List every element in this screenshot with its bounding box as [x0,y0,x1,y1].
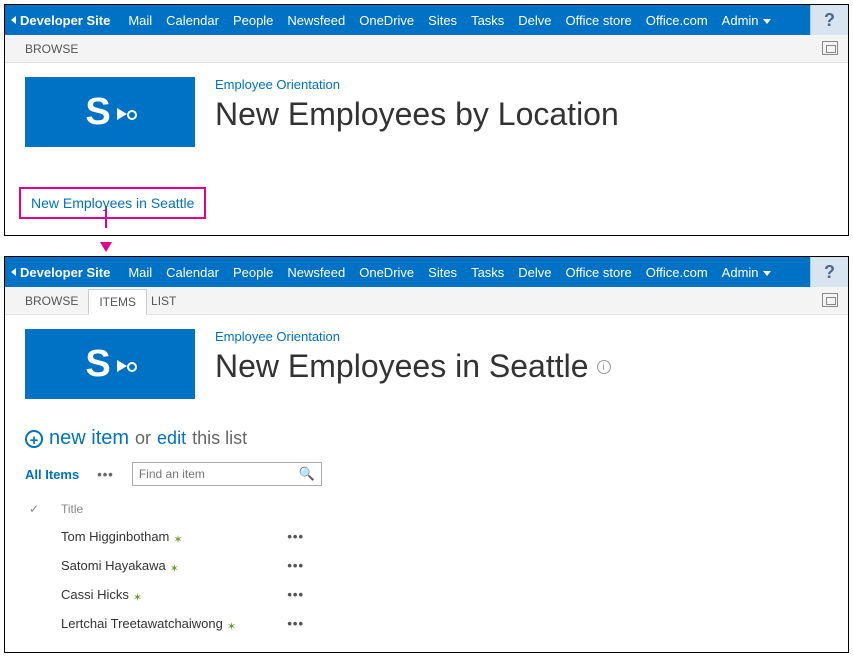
screenshot-top: Developer Site Mail Calendar People News… [4,4,849,236]
list-header-row: ✓ Title [25,496,828,522]
views-more-icon[interactable]: ••• [97,467,114,482]
nav-people[interactable]: People [233,265,273,280]
action-text-or: or [135,428,151,449]
item-menu-icon[interactable]: ••• [287,558,304,573]
sharepoint-logo-icon: S [85,91,134,134]
new-badge-icon: ✶ [173,533,181,541]
list-link-new-employees-seattle[interactable]: New Employees in Seattle [19,187,206,219]
nav-office-com[interactable]: Office.com [646,265,708,280]
new-badge-icon: ✶ [133,591,141,599]
caret-down-icon [763,19,771,24]
list-item[interactable]: Cassi Hicks ✶ ••• [25,580,828,609]
sharepoint-logo-tile[interactable]: S [25,329,195,399]
item-menu-icon[interactable]: ••• [287,587,304,602]
page-title: New Employees in Seattle i [215,348,611,385]
global-nav-links: Mail Calendar People Newsfeed OneDrive S… [128,13,770,28]
nav-delve[interactable]: Delve [518,265,551,280]
item-menu-icon[interactable]: ••• [287,529,304,544]
plus-circle-icon[interactable]: + [25,430,43,448]
search-box[interactable]: 🔍 [132,462,322,486]
breadcrumb-link[interactable]: Employee Orientation [215,329,611,344]
nav-mail[interactable]: Mail [128,13,152,28]
view-all-items[interactable]: All Items [25,467,79,482]
caret-down-icon [763,271,771,276]
breadcrumb-link[interactable]: Employee Orientation [215,77,619,92]
nav-sites[interactable]: Sites [428,13,457,28]
global-nav-bar: Developer Site Mail Calendar People News… [5,257,848,287]
item-title[interactable]: Satomi Hayakawa [61,558,166,573]
column-title[interactable]: Title [61,502,83,516]
annotation-arrowhead-icon [100,242,112,252]
sharepoint-logo-icon: S [85,343,134,386]
nav-tasks[interactable]: Tasks [471,13,504,28]
page-header: S Employee Orientation New Employees in … [5,315,848,419]
ribbon-tab-browse[interactable]: BROWSE [15,37,88,61]
nav-onedrive[interactable]: OneDrive [359,13,414,28]
nav-tasks[interactable]: Tasks [471,265,504,280]
nav-onedrive[interactable]: OneDrive [359,265,414,280]
screenshot-bottom: Developer Site Mail Calendar People News… [4,256,849,653]
help-button[interactable]: ? [810,5,848,35]
edit-list-link[interactable]: edit [157,428,186,449]
search-icon[interactable]: 🔍 [299,466,315,482]
help-button[interactable]: ? [810,257,848,287]
new-badge-icon: ✶ [227,620,235,628]
global-nav-links: Mail Calendar People Newsfeed OneDrive S… [128,265,770,280]
ribbon-bar: BROWSE [5,35,848,63]
search-input[interactable] [139,467,299,481]
new-item-link[interactable]: new item [49,427,129,450]
list-table: ✓ Title Tom Higginbotham ✶ ••• Satomi Ha… [5,496,848,652]
sharepoint-logo-tile[interactable]: S [25,77,195,147]
global-nav-bar: Developer Site Mail Calendar People News… [5,5,848,35]
list-action-bar: + new item or edit this list [5,419,848,458]
nav-office-store[interactable]: Office store [566,13,632,28]
ribbon-tab-items[interactable]: ITEMS [88,289,147,315]
nav-newsfeed[interactable]: Newsfeed [287,13,345,28]
item-title[interactable]: Lertchai Treetawatchaiwong [61,616,223,631]
nav-mail[interactable]: Mail [128,265,152,280]
ribbon-tab-list[interactable]: LIST [141,289,186,313]
chevron-left-icon [11,268,16,276]
focus-content-icon[interactable] [822,293,838,307]
nav-calendar[interactable]: Calendar [166,13,219,28]
list-item[interactable]: Satomi Hayakawa ✶ ••• [25,551,828,580]
column-select[interactable]: ✓ [29,502,43,516]
list-item[interactable]: Tom Higginbotham ✶ ••• [25,522,828,551]
site-name-link[interactable]: Developer Site [11,265,110,280]
action-text-tail: this list [192,428,247,449]
nav-office-com[interactable]: Office.com [646,13,708,28]
chevron-left-icon [11,16,16,24]
site-name-link[interactable]: Developer Site [11,13,110,28]
nav-people[interactable]: People [233,13,273,28]
ribbon-bar: BROWSE ITEMS LIST [5,287,848,315]
views-row: All Items ••• 🔍 [5,458,848,496]
focus-content-icon[interactable] [822,41,838,55]
item-title[interactable]: Cassi Hicks [61,587,129,602]
new-badge-icon: ✶ [170,562,178,570]
ribbon-tab-browse[interactable]: BROWSE [15,289,88,313]
nav-newsfeed[interactable]: Newsfeed [287,265,345,280]
item-menu-icon[interactable]: ••• [287,616,304,631]
item-title[interactable]: Tom Higginbotham [61,529,169,544]
nav-admin[interactable]: Admin [722,265,771,280]
nav-delve[interactable]: Delve [518,13,551,28]
page-header: S Employee Orientation New Employees by … [5,63,848,167]
nav-calendar[interactable]: Calendar [166,265,219,280]
info-icon[interactable]: i [597,360,611,374]
nav-admin[interactable]: Admin [722,13,771,28]
nav-sites[interactable]: Sites [428,265,457,280]
nav-office-store[interactable]: Office store [566,265,632,280]
list-item[interactable]: Lertchai Treetawatchaiwong ✶ ••• [25,609,828,638]
page-title: New Employees by Location [215,96,619,133]
